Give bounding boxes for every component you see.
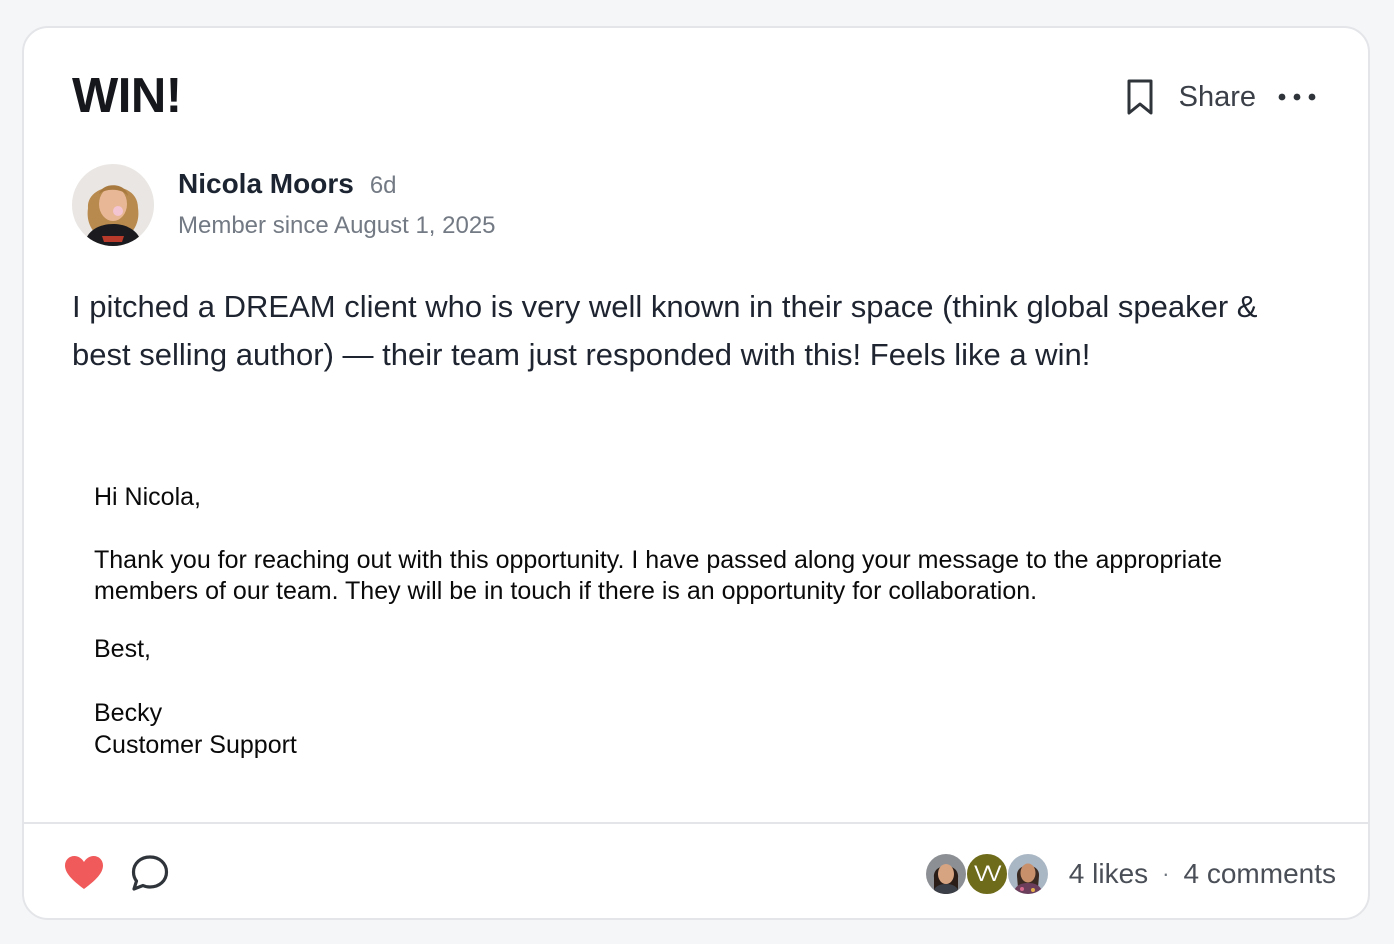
author-meta: Nicola Moors 6d Member since August 1, 2… xyxy=(178,164,496,240)
liker-initials-avatar: VV xyxy=(965,853,1008,895)
likes-count[interactable]: 4 likes xyxy=(1069,858,1148,890)
email-signer-role: Customer Support xyxy=(94,731,297,759)
bookmark-button[interactable] xyxy=(1123,77,1157,117)
comments-count[interactable]: 4 comments xyxy=(1184,858,1337,890)
like-button[interactable] xyxy=(64,855,104,891)
liker-photo xyxy=(1007,854,1048,894)
liker-avatar xyxy=(924,853,967,895)
author-avatar[interactable] xyxy=(72,164,154,246)
email-greeting: Hi Nicola, xyxy=(94,483,201,511)
separator-dot: · xyxy=(1162,861,1170,886)
post-title: WIN! xyxy=(72,69,182,123)
author-name[interactable]: Nicola Moors xyxy=(178,168,354,200)
email-message: Thank you for reaching out with this opp… xyxy=(94,546,1222,605)
author-photo xyxy=(72,164,154,246)
heart-icon xyxy=(65,856,103,889)
member-since: Member since August 1, 2025 xyxy=(178,212,496,239)
post-age: 6d xyxy=(369,172,397,199)
engagement-summary: VV 4 likes · 4 comments xyxy=(924,852,1337,896)
liker-initials: VV xyxy=(974,861,1001,886)
comment-icon xyxy=(131,855,169,891)
footer-divider xyxy=(24,822,1368,824)
liker-avatar xyxy=(1006,853,1049,895)
more-horizontal-icon xyxy=(1278,93,1316,101)
email-signer: Becky xyxy=(94,699,163,727)
post-body: I pitched a DREAM client who is very wel… xyxy=(72,289,1258,372)
author-row: Nicola Moors 6d Member since August 1, 2… xyxy=(72,164,496,246)
author-line: Nicola Moors 6d xyxy=(178,168,496,200)
more-options-button[interactable] xyxy=(1278,77,1316,117)
likers-avatars[interactable]: VV xyxy=(924,853,1049,895)
post-actions: Share xyxy=(1123,74,1316,120)
bookmark-icon xyxy=(1127,79,1153,115)
share-button[interactable]: Share xyxy=(1179,81,1256,114)
liker-photo xyxy=(925,854,966,894)
post-card: WIN! Share Nicola Moors 6d Member since … xyxy=(22,26,1370,920)
comment-button[interactable] xyxy=(130,854,170,892)
email-closing: Best, xyxy=(94,635,151,663)
